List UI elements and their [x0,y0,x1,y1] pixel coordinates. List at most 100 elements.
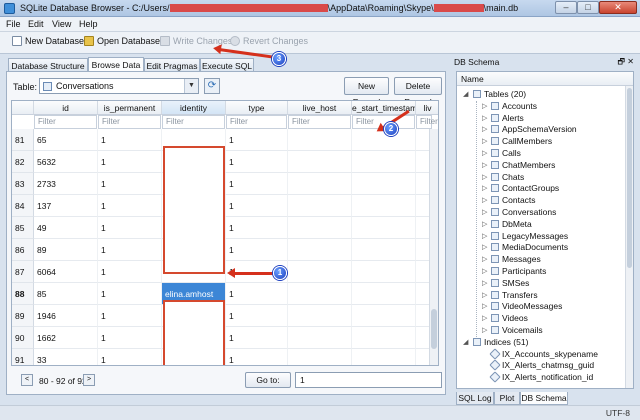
expand-table-icon[interactable]: ▷ [482,255,487,263]
cell-start-timestamp[interactable] [352,305,416,327]
cell-id[interactable]: 5632 [34,151,98,173]
filter-input-identity[interactable]: Filter [162,115,225,129]
tab-plot[interactable]: Plot [494,392,520,405]
expand-table-icon[interactable]: ▷ [482,149,487,157]
cell-is-permanent[interactable]: 1 [98,151,162,173]
tree-table-item[interactable]: Chats [491,172,524,184]
filter-input-liv[interactable]: Filter [416,115,438,129]
cell-type[interactable]: 1 [226,151,288,173]
cell-id[interactable]: 85 [34,283,98,305]
row-header[interactable]: 87 [12,261,34,283]
expand-table-icon[interactable]: ▷ [482,232,487,240]
next-page-button[interactable]: > [83,374,95,386]
cell-live-host[interactable] [288,283,352,305]
tree-scroll-thumb[interactable] [627,88,632,268]
row-header[interactable]: 86 [12,239,34,261]
cell-live-host[interactable] [288,217,352,239]
column-header-is-permanent[interactable]: is_permanent [98,101,162,115]
filter-input-is-permanent[interactable]: Filter [98,115,161,129]
cell-live-host[interactable] [288,239,352,261]
expand-table-icon[interactable]: ▷ [482,125,487,133]
cell-type[interactable]: 1 [226,217,288,239]
cell-id[interactable]: 65 [34,129,98,151]
open-database-button[interactable]: Open Database [84,36,160,50]
cell-start-timestamp[interactable] [352,283,416,305]
tree-vertical-scrollbar[interactable] [625,86,633,388]
menu-help[interactable]: Help [79,19,98,29]
cell-live-host[interactable] [288,129,352,151]
menu-view[interactable]: View [52,19,71,29]
expand-table-icon[interactable]: ▷ [482,102,487,110]
menu-edit[interactable]: Edit [28,19,44,29]
column-header-live-host[interactable]: live_host [288,101,352,115]
dock-float-close-icons[interactable]: 🗗 ✕ [618,55,634,69]
goto-input[interactable]: 1 [295,372,442,388]
row-header[interactable]: 83 [12,173,34,195]
tree-table-item[interactable]: Transfers [491,290,538,302]
cell-is-permanent[interactable]: 1 [98,261,162,283]
cell-is-permanent[interactable]: 1 [98,283,162,305]
cell-start-timestamp[interactable] [352,261,416,283]
tree-table-item[interactable]: Contacts [491,195,536,207]
expand-table-icon[interactable]: ▷ [482,291,487,299]
tree-table-item[interactable]: CallMembers [491,136,552,148]
tree-table-item[interactable]: Conversations [491,207,556,219]
goto-button[interactable]: Go to: [245,372,291,388]
expand-table-icon[interactable]: ▷ [482,220,487,228]
filter-input-live-host[interactable]: Filter [288,115,351,129]
expand-table-icon[interactable]: ▷ [482,326,487,334]
cell-id[interactable]: 33 [34,349,98,365]
column-header-liv[interactable]: liv [416,101,438,115]
expand-table-icon[interactable]: ▷ [482,137,487,145]
tree-indices-group[interactable]: Indices (51) [473,337,528,349]
tree-table-item[interactable]: Alerts [491,113,524,125]
cell-start-timestamp[interactable] [352,239,416,261]
cell-type[interactable]: 1 [226,283,288,305]
tab-edit-pragmas[interactable]: Edit Pragmas [144,58,200,71]
cell-type[interactable]: 1 [226,173,288,195]
close-button[interactable]: ✕ [599,1,637,14]
cell-type[interactable]: 1 [226,195,288,217]
tree-index-item[interactable]: IX_Accounts_skypename [489,347,598,361]
row-header[interactable]: 91 [12,349,34,365]
expand-table-icon[interactable]: ▷ [482,173,487,181]
tree-table-item[interactable]: MediaDocuments [491,242,568,254]
cell-type[interactable]: 1 [226,327,288,349]
revert-changes-button[interactable]: Revert Changes [230,36,308,50]
cell-id[interactable]: 49 [34,217,98,239]
filter-input-id[interactable]: Filter [34,115,97,129]
row-header[interactable]: 90 [12,327,34,349]
cell-start-timestamp[interactable] [352,151,416,173]
tab-database-structure[interactable]: Database Structure [8,58,88,71]
cell-start-timestamp[interactable] [352,327,416,349]
cell-start-timestamp[interactable] [352,217,416,239]
cell-is-permanent[interactable]: 1 [98,195,162,217]
cell-live-host[interactable] [288,261,352,283]
cell-is-permanent[interactable]: 1 [98,217,162,239]
tree-table-item[interactable]: SMSes [491,278,529,290]
cell-id[interactable]: 89 [34,239,98,261]
tree-table-item[interactable]: ChatMembers [491,160,555,172]
tree-table-item[interactable]: DbMeta [491,219,532,231]
tab-sql-log[interactable]: SQL Log [456,392,494,405]
row-header[interactable]: 82 [12,151,34,173]
expand-table-icon[interactable]: ▷ [482,243,487,251]
cell-start-timestamp[interactable] [352,349,416,365]
cell-is-permanent[interactable]: 1 [98,239,162,261]
expand-table-icon[interactable]: ▷ [482,314,487,322]
column-header-identity[interactable]: identity [162,101,226,115]
cell-start-timestamp[interactable] [352,173,416,195]
tree-table-item[interactable]: Participants [491,266,546,278]
delete-record-button[interactable]: Delete Record [394,77,442,107]
tree-index-item[interactable]: IX_Alerts_chatmsg_guid [489,359,594,372]
table-select[interactable]: Conversations ▼ [39,78,199,94]
row-header[interactable]: 84 [12,195,34,217]
tree-table-item[interactable]: Voicemails [491,325,543,337]
chevron-down-icon[interactable]: ▼ [184,79,198,93]
cell-is-permanent[interactable]: 1 [98,305,162,327]
expand-table-icon[interactable]: ▷ [482,196,487,204]
previous-page-button[interactable]: < [21,374,33,386]
tree-table-item[interactable]: Messages [491,254,541,266]
expand-table-icon[interactable]: ▷ [482,114,487,122]
cell-type[interactable]: 1 [226,349,288,365]
